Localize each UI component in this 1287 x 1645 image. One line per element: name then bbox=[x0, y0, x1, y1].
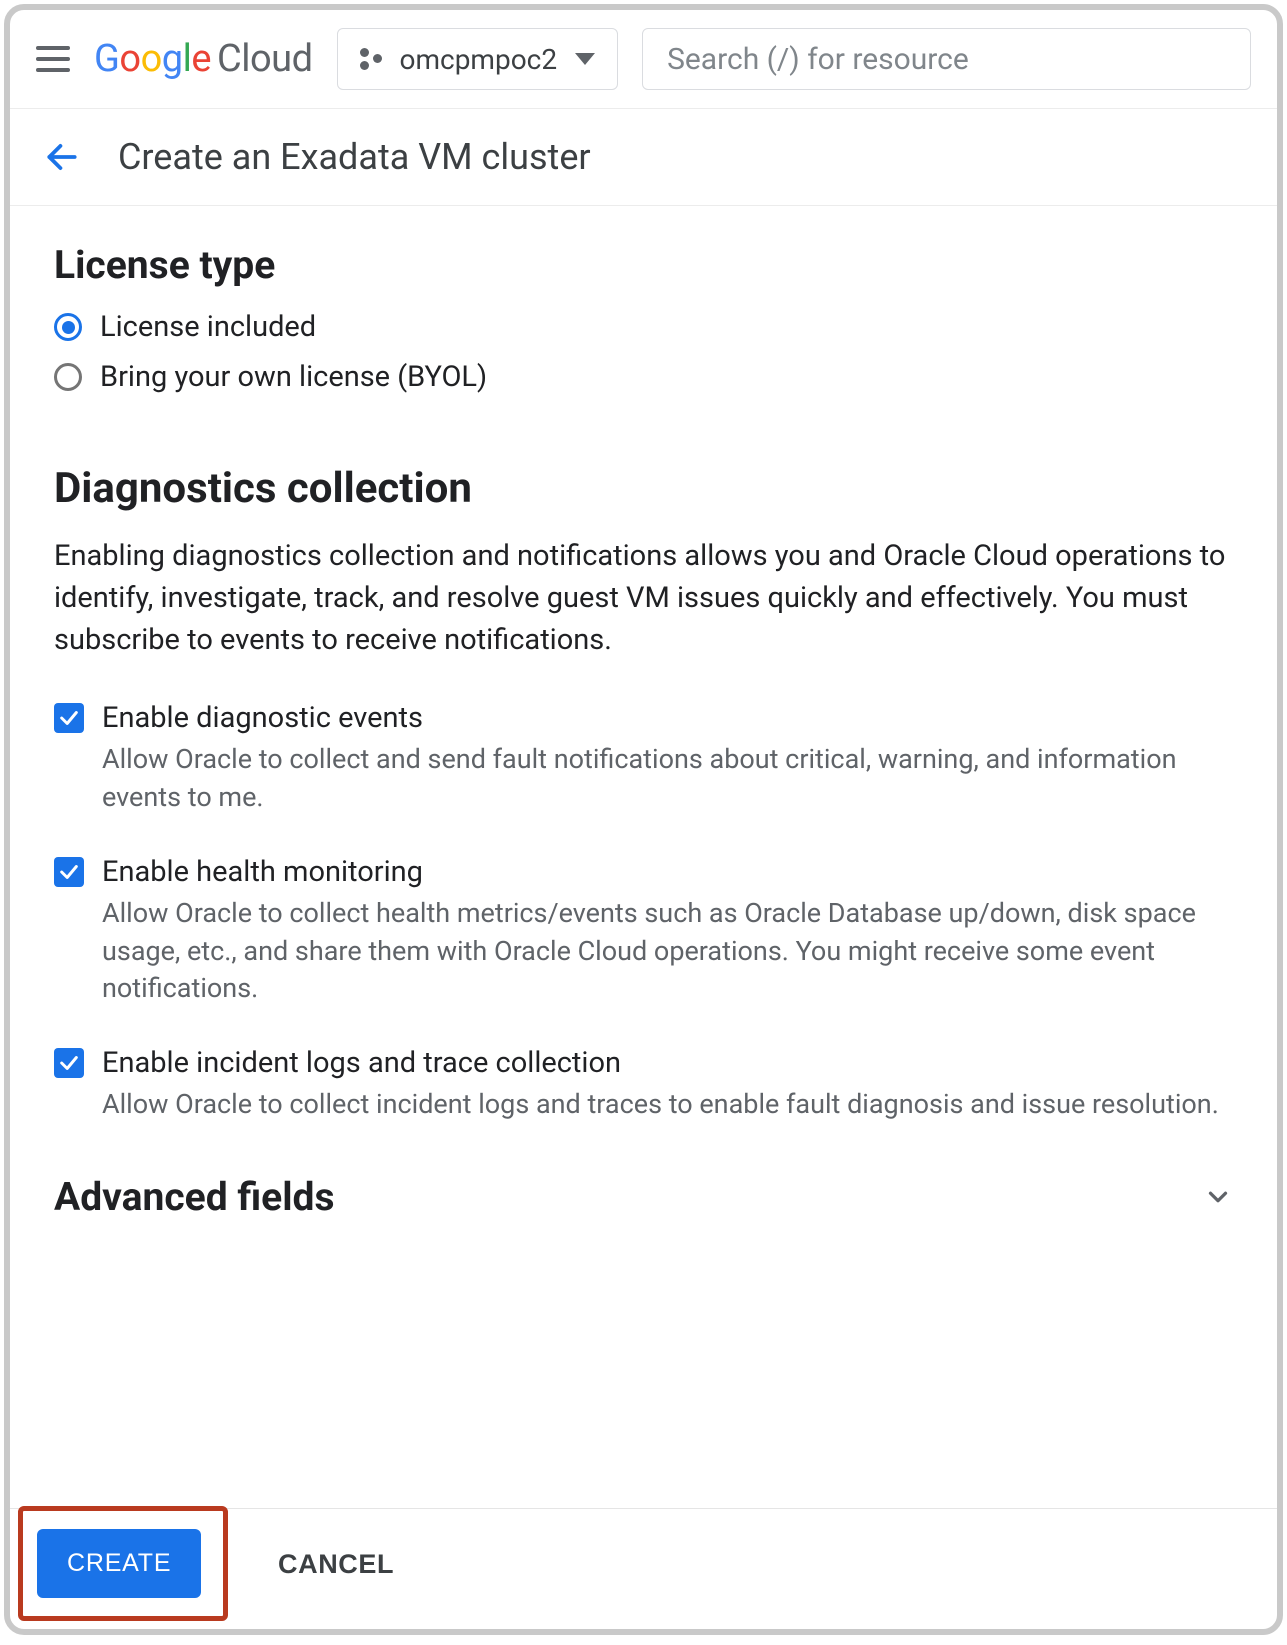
chevron-down-icon bbox=[1203, 1182, 1233, 1212]
menu-icon[interactable] bbox=[36, 46, 70, 72]
search-input[interactable]: Search (/) for resource bbox=[642, 28, 1251, 90]
check-icon bbox=[54, 857, 84, 887]
top-bar: GoogleCloud omcpmpoc2 Search (/) for res… bbox=[10, 10, 1277, 109]
checkbox-incident-logs[interactable]: Enable incident logs and trace collectio… bbox=[54, 1046, 1233, 1124]
advanced-fields-toggle[interactable]: Advanced fields bbox=[54, 1174, 1233, 1220]
cancel-button[interactable]: CANCEL bbox=[272, 1548, 400, 1581]
radio-unselected-icon bbox=[54, 363, 82, 391]
advanced-fields-heading: Advanced fields bbox=[54, 1174, 335, 1220]
checkbox-label: Enable health monitoring bbox=[102, 855, 1233, 889]
diagnostics-description: Enabling diagnostics collection and noti… bbox=[54, 535, 1233, 661]
create-button[interactable]: CREATE bbox=[37, 1529, 201, 1598]
checkbox-label: Enable diagnostic events bbox=[102, 701, 1233, 735]
checkbox-health-monitoring[interactable]: Enable health monitoring Allow Oracle to… bbox=[54, 855, 1233, 1008]
checkbox-subtext: Allow Oracle to collect health metrics/e… bbox=[102, 895, 1233, 1008]
page-title-bar: Create an Exadata VM cluster bbox=[10, 109, 1277, 206]
checkbox-label: Enable incident logs and trace collectio… bbox=[102, 1046, 1233, 1080]
check-icon bbox=[54, 703, 84, 733]
back-arrow-icon[interactable] bbox=[42, 137, 82, 177]
google-cloud-logo: GoogleCloud bbox=[94, 37, 313, 81]
radio-label: License included bbox=[100, 310, 316, 344]
radio-selected-icon bbox=[54, 313, 82, 341]
project-name: omcpmpoc2 bbox=[400, 43, 558, 76]
page-title: Create an Exadata VM cluster bbox=[118, 136, 591, 178]
radio-license-included[interactable]: License included bbox=[54, 310, 1233, 344]
caret-down-icon bbox=[575, 53, 595, 65]
radio-label: Bring your own license (BYOL) bbox=[100, 360, 487, 394]
checkbox-subtext: Allow Oracle to collect and send fault n… bbox=[102, 741, 1233, 817]
radio-byol[interactable]: Bring your own license (BYOL) bbox=[54, 360, 1233, 394]
create-highlight-box: CREATE bbox=[18, 1506, 228, 1621]
project-icon bbox=[360, 48, 382, 70]
check-icon bbox=[54, 1048, 84, 1078]
checkbox-subtext: Allow Oracle to collect incident logs an… bbox=[102, 1086, 1233, 1124]
checkbox-diagnostic-events[interactable]: Enable diagnostic events Allow Oracle to… bbox=[54, 701, 1233, 817]
project-selector[interactable]: omcpmpoc2 bbox=[337, 28, 619, 90]
license-type-heading: License type bbox=[54, 242, 1233, 288]
diagnostics-heading: Diagnostics collection bbox=[54, 464, 1233, 513]
search-placeholder: Search (/) for resource bbox=[667, 42, 969, 77]
